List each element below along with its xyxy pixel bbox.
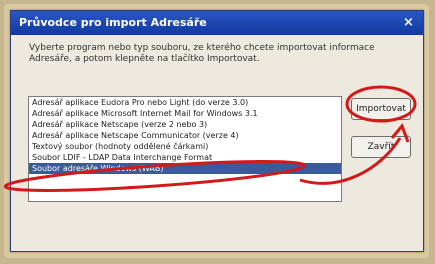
list-item[interactable]: Adresář aplikace Netscape Communicator (… [29, 130, 341, 141]
close-button[interactable]: Zavřít [351, 136, 411, 158]
title-bar: Průvodce pro import Adresáře × [11, 11, 423, 35]
list-item[interactable]: Textový soubor (hodnoty oddělené čárkami… [29, 141, 341, 152]
instruction-text: Vyberte program nebo typ souboru, ze kte… [29, 43, 375, 64]
list-item[interactable]: Adresář aplikace Eudora Pro nebo Light (… [29, 97, 341, 108]
close-icon[interactable]: × [400, 14, 417, 31]
list-item[interactable]: Soubor LDIF - LDAP Data Interchange Form… [29, 152, 341, 163]
list-item-selected[interactable]: Soubor adresáře Windows (WAB) [29, 163, 341, 174]
list-item[interactable]: Adresář aplikace Netscape (verze 2 nebo … [29, 119, 341, 130]
list-item[interactable]: Adresář aplikace Microsoft Internet Mail… [29, 108, 341, 119]
import-wizard-window: Průvodce pro import Adresáře × Vyberte p… [10, 10, 424, 252]
import-source-list[interactable]: Adresář aplikace Eudora Pro nebo Light (… [28, 96, 342, 202]
import-button[interactable]: Importovat [351, 98, 411, 120]
window-title: Průvodce pro import Adresáře [19, 16, 207, 29]
